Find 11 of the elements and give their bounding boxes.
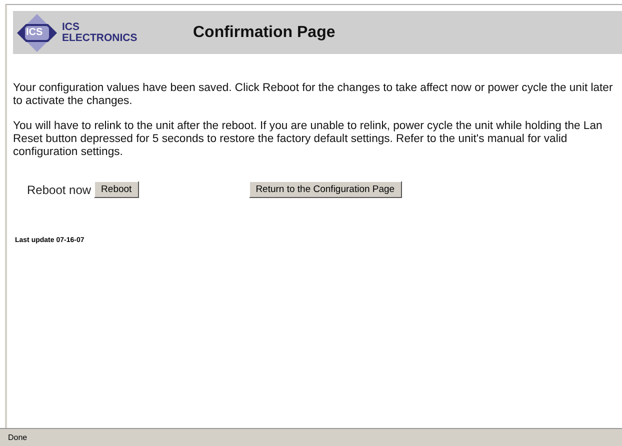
return-button[interactable]: Return to the Configuration Page [248,181,402,198]
logo-diamond-icon [17,14,57,52]
status-text: Done [8,433,28,442]
reboot-label: Reboot now [27,182,92,196]
paragraph: You will have to relink to the unit after the reboot. If you are unable to relink, power cycle the unit while holding the Lan Reset button depressed for 5 seconds to restore the factory default settings. Refer to the unit's manual for valid configuration settings. [13,120,604,159]
logo-text: ICS [62,22,81,32]
reboot-button[interactable]: Reboot [94,181,139,198]
logo-badge-text: ICS [26,26,43,40]
paragraph: Your configuration values have been saved. Click Reboot for the changes to take affect now or power cycle the unit later to activate the changes. [13,82,614,108]
page-title: Confirmation Page [193,24,336,42]
logo-text: ELECTRONICS [62,32,138,44]
